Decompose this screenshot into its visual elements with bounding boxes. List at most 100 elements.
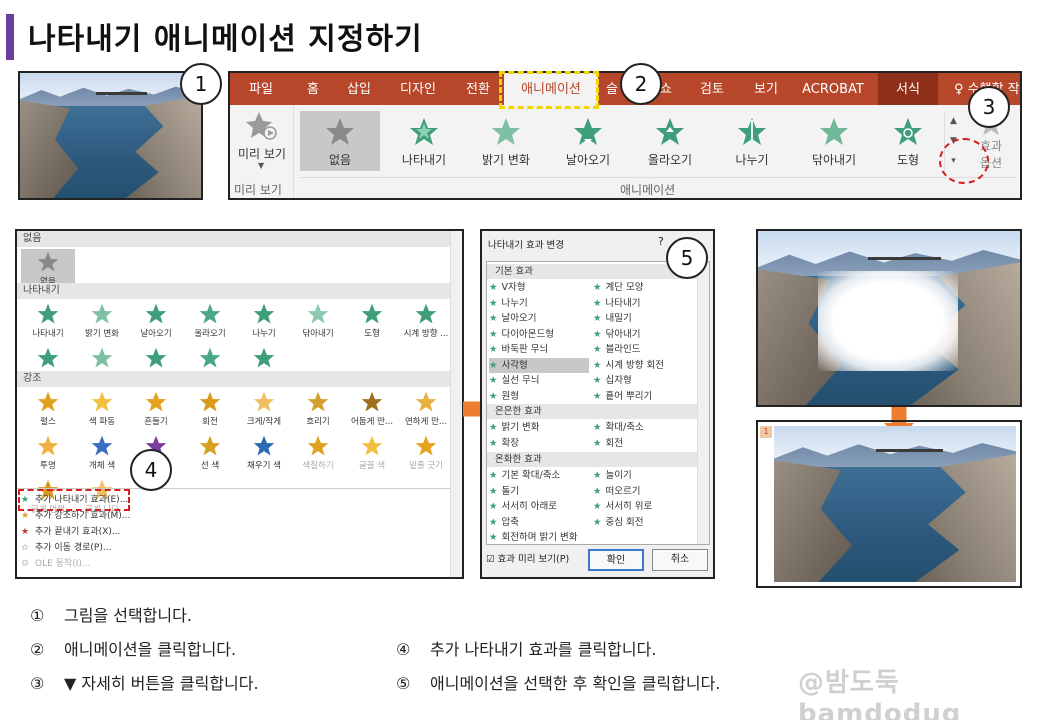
step-3: ③ ▼ 자세히 버튼을 클릭합니다. [30, 674, 259, 693]
effect-list-item[interactable]: ★ 회전하며 밝기 변화 [489, 530, 589, 544]
effect-list-item[interactable]: ★ 늘이기 [593, 468, 697, 483]
gallery-item-appear[interactable]: 나타내기 [384, 111, 464, 171]
gallery-item-fade[interactable]: 밝기 변화 [466, 111, 546, 171]
panel-effect-item[interactable]: 시계 방향 ... [399, 301, 453, 345]
panel-effect-item[interactable]: 도형 [345, 301, 399, 345]
effect-list-item[interactable]: ★ 서서히 위로 [593, 499, 697, 514]
tab-view[interactable]: 보기 [744, 73, 788, 105]
none-star-icon [326, 118, 354, 145]
effect-list-item[interactable]: ★ 흩어 뿌리기 [593, 389, 697, 404]
panel-effect-item[interactable]: 펄스 [21, 389, 75, 433]
dialog-help-button[interactable]: ? [658, 235, 664, 248]
panel-effect-item[interactable]: 크게/작게 [237, 389, 291, 433]
panel-effect-item[interactable]: 회전 [183, 389, 237, 433]
ok-button[interactable]: 확인 [588, 549, 644, 571]
preview-effect-label: 효과 미리 보기(P) [497, 554, 570, 565]
gallery-item-split[interactable]: 나누기 [712, 111, 792, 171]
step-5: ⑤ 애니메이션을 선택한 후 확인을 클릭합니다. [396, 674, 721, 693]
green-star-icon: ★ [489, 328, 498, 340]
source-photo[interactable] [18, 71, 203, 200]
more-motion-paths-item[interactable]: ☆ 추가 이동 경로(P)... [21, 540, 111, 556]
tab-file[interactable]: 파일 [238, 73, 284, 105]
gallery-item-none[interactable]: 없음 [300, 111, 380, 171]
panel-effect-item[interactable]: 올라오기 [183, 301, 237, 345]
effect-list-item[interactable]: ★ 블라인드 [593, 342, 697, 357]
effect-list-item[interactable]: ★ 실선 무늬 [489, 373, 589, 388]
effect-list-item[interactable]: ★ 압축 [489, 515, 589, 530]
effect-list-label: 중심 회전 [605, 516, 644, 528]
gallery-scroll-up-button[interactable]: ▲ [945, 111, 962, 131]
effect-list-item[interactable]: ★ 기본 확대/축소 [489, 468, 589, 483]
green-star-icon: ★ [489, 516, 498, 528]
preview-star-icon [246, 112, 277, 140]
effect-list-item[interactable]: ★ 확대/축소 [593, 420, 697, 435]
effect-list-item[interactable]: ★ 시계 방향 회전 [593, 358, 697, 373]
panel-effect-item[interactable]: 밝기 변화 [75, 301, 129, 345]
effect-list-item[interactable]: ★ 회전 [593, 436, 697, 451]
effect-list-item[interactable]: ★ 바둑판 무늬 [489, 342, 589, 357]
effect-star-icon [199, 391, 221, 412]
panel-effect-item[interactable]: 선 색 [183, 433, 237, 477]
effect-list-item[interactable]: ★ 날아오기 [489, 311, 589, 326]
menu-item-label: 추가 이동 경로(P)... [35, 543, 112, 553]
effect-list-item[interactable]: ★ 돌기 [489, 484, 589, 499]
gallery-item-float-in[interactable]: 올라오기 [630, 111, 710, 171]
panel-effect-item[interactable]: 나타내기 [21, 301, 75, 345]
effect-list-label: 실선 무늬 [501, 375, 540, 386]
effect-list-item[interactable]: ★ V자형 [489, 280, 589, 295]
panel-effect-item[interactable]: 닦아내기 [291, 301, 345, 345]
panel-effect-item[interactable]: 채우기 색 [237, 433, 291, 477]
effect-star-icon [415, 391, 437, 412]
effect-list-scrollbar[interactable] [697, 262, 709, 544]
tab-slideshow[interactable]: 슬 [602, 73, 622, 105]
tab-review[interactable]: 검토 [692, 73, 732, 105]
panel-effect-item[interactable]: 투명 [21, 433, 75, 477]
gallery-item-wipe[interactable]: 닦아내기 [794, 111, 874, 171]
preview-effect-checkbox[interactable]: ☑ 효과 미리 보기(P) [486, 551, 569, 565]
tab-design[interactable]: 디자인 [390, 73, 446, 105]
effect-list-item[interactable]: ★ 나타내기 [593, 296, 697, 311]
effect-list-item[interactable]: ★ 사각형 [489, 357, 589, 373]
panel-effect-item[interactable]: 색 파동 [75, 389, 129, 433]
panel-effect-item[interactable]: 색칠하기 [291, 433, 345, 477]
effect-list-item[interactable]: ★ 닦아내기 [593, 327, 697, 342]
panel-effect-item[interactable]: 연하게 만... [399, 389, 453, 433]
effect-list-item[interactable]: ★ 원형 [489, 389, 589, 404]
effect-list-item[interactable]: ★ 다이아몬드형 [489, 327, 589, 342]
effect-star-icon [253, 303, 275, 324]
tab-format[interactable]: 서식 [878, 73, 938, 105]
effect-list-item[interactable]: ★ 떠오르기 [593, 484, 697, 499]
panel-effect-item[interactable]: 나누기 [237, 301, 291, 345]
panel-effect-item[interactable]: 밑줄 긋기 [399, 433, 453, 477]
effect-list-item[interactable]: ★ 나누기 [489, 296, 589, 311]
panel-effect-item[interactable]: 글꼴 색 [345, 433, 399, 477]
effect-list-item[interactable]: ★ 중심 회전 [593, 515, 697, 530]
panel-effect-item[interactable]: 흔들기 [129, 389, 183, 433]
group-divider [300, 177, 1016, 178]
tab-acrobat[interactable]: ACROBAT [798, 73, 868, 105]
panel-effect-item[interactable]: 흐리기 [291, 389, 345, 433]
tab-home[interactable]: 홈 [290, 73, 336, 105]
effect-list-item[interactable]: ★ 확장 [489, 436, 589, 451]
effect-list-item[interactable]: ★ 밝기 변화 [489, 420, 589, 435]
more-exit-effects-item[interactable]: ★ 추가 끝내기 효과(X)... [21, 524, 120, 540]
shape-star-icon [894, 118, 922, 145]
gallery-item-fly-in[interactable]: 날아오기 [548, 111, 628, 171]
panel-effect-item[interactable]: 날아오기 [129, 301, 183, 345]
tab-transitions[interactable]: 전환 [452, 73, 504, 105]
cancel-button[interactable]: 취소 [652, 549, 708, 571]
panel-effect-item[interactable]: 개체 색 [75, 433, 129, 477]
gallery-item-label: 나타내기 [401, 153, 447, 167]
effect-list-item[interactable]: ★ 서서히 아래로 [489, 499, 589, 514]
panel-effect-item[interactable]: 어둡게 만... [345, 389, 399, 433]
preview-button[interactable]: 미리 보기 ▼ [232, 109, 292, 173]
step-4-text: 추가 나타내기 효과를 클릭합니다. [430, 640, 657, 659]
effect-list-item[interactable]: ★ 내밀기 [593, 311, 697, 326]
effect-list-label: 회전하며 밝기 변화 [501, 532, 578, 543]
tab-insert[interactable]: 삽입 [336, 73, 382, 105]
panel-scrollbar[interactable] [450, 231, 462, 577]
effect-list-item[interactable]: ★ 계단 모양 [593, 280, 697, 295]
effect-list-item[interactable]: ★ 십자형 [593, 373, 697, 388]
gallery-item-shape[interactable]: 도형 [876, 111, 940, 171]
result-slide-photo: 1 [756, 420, 1022, 588]
